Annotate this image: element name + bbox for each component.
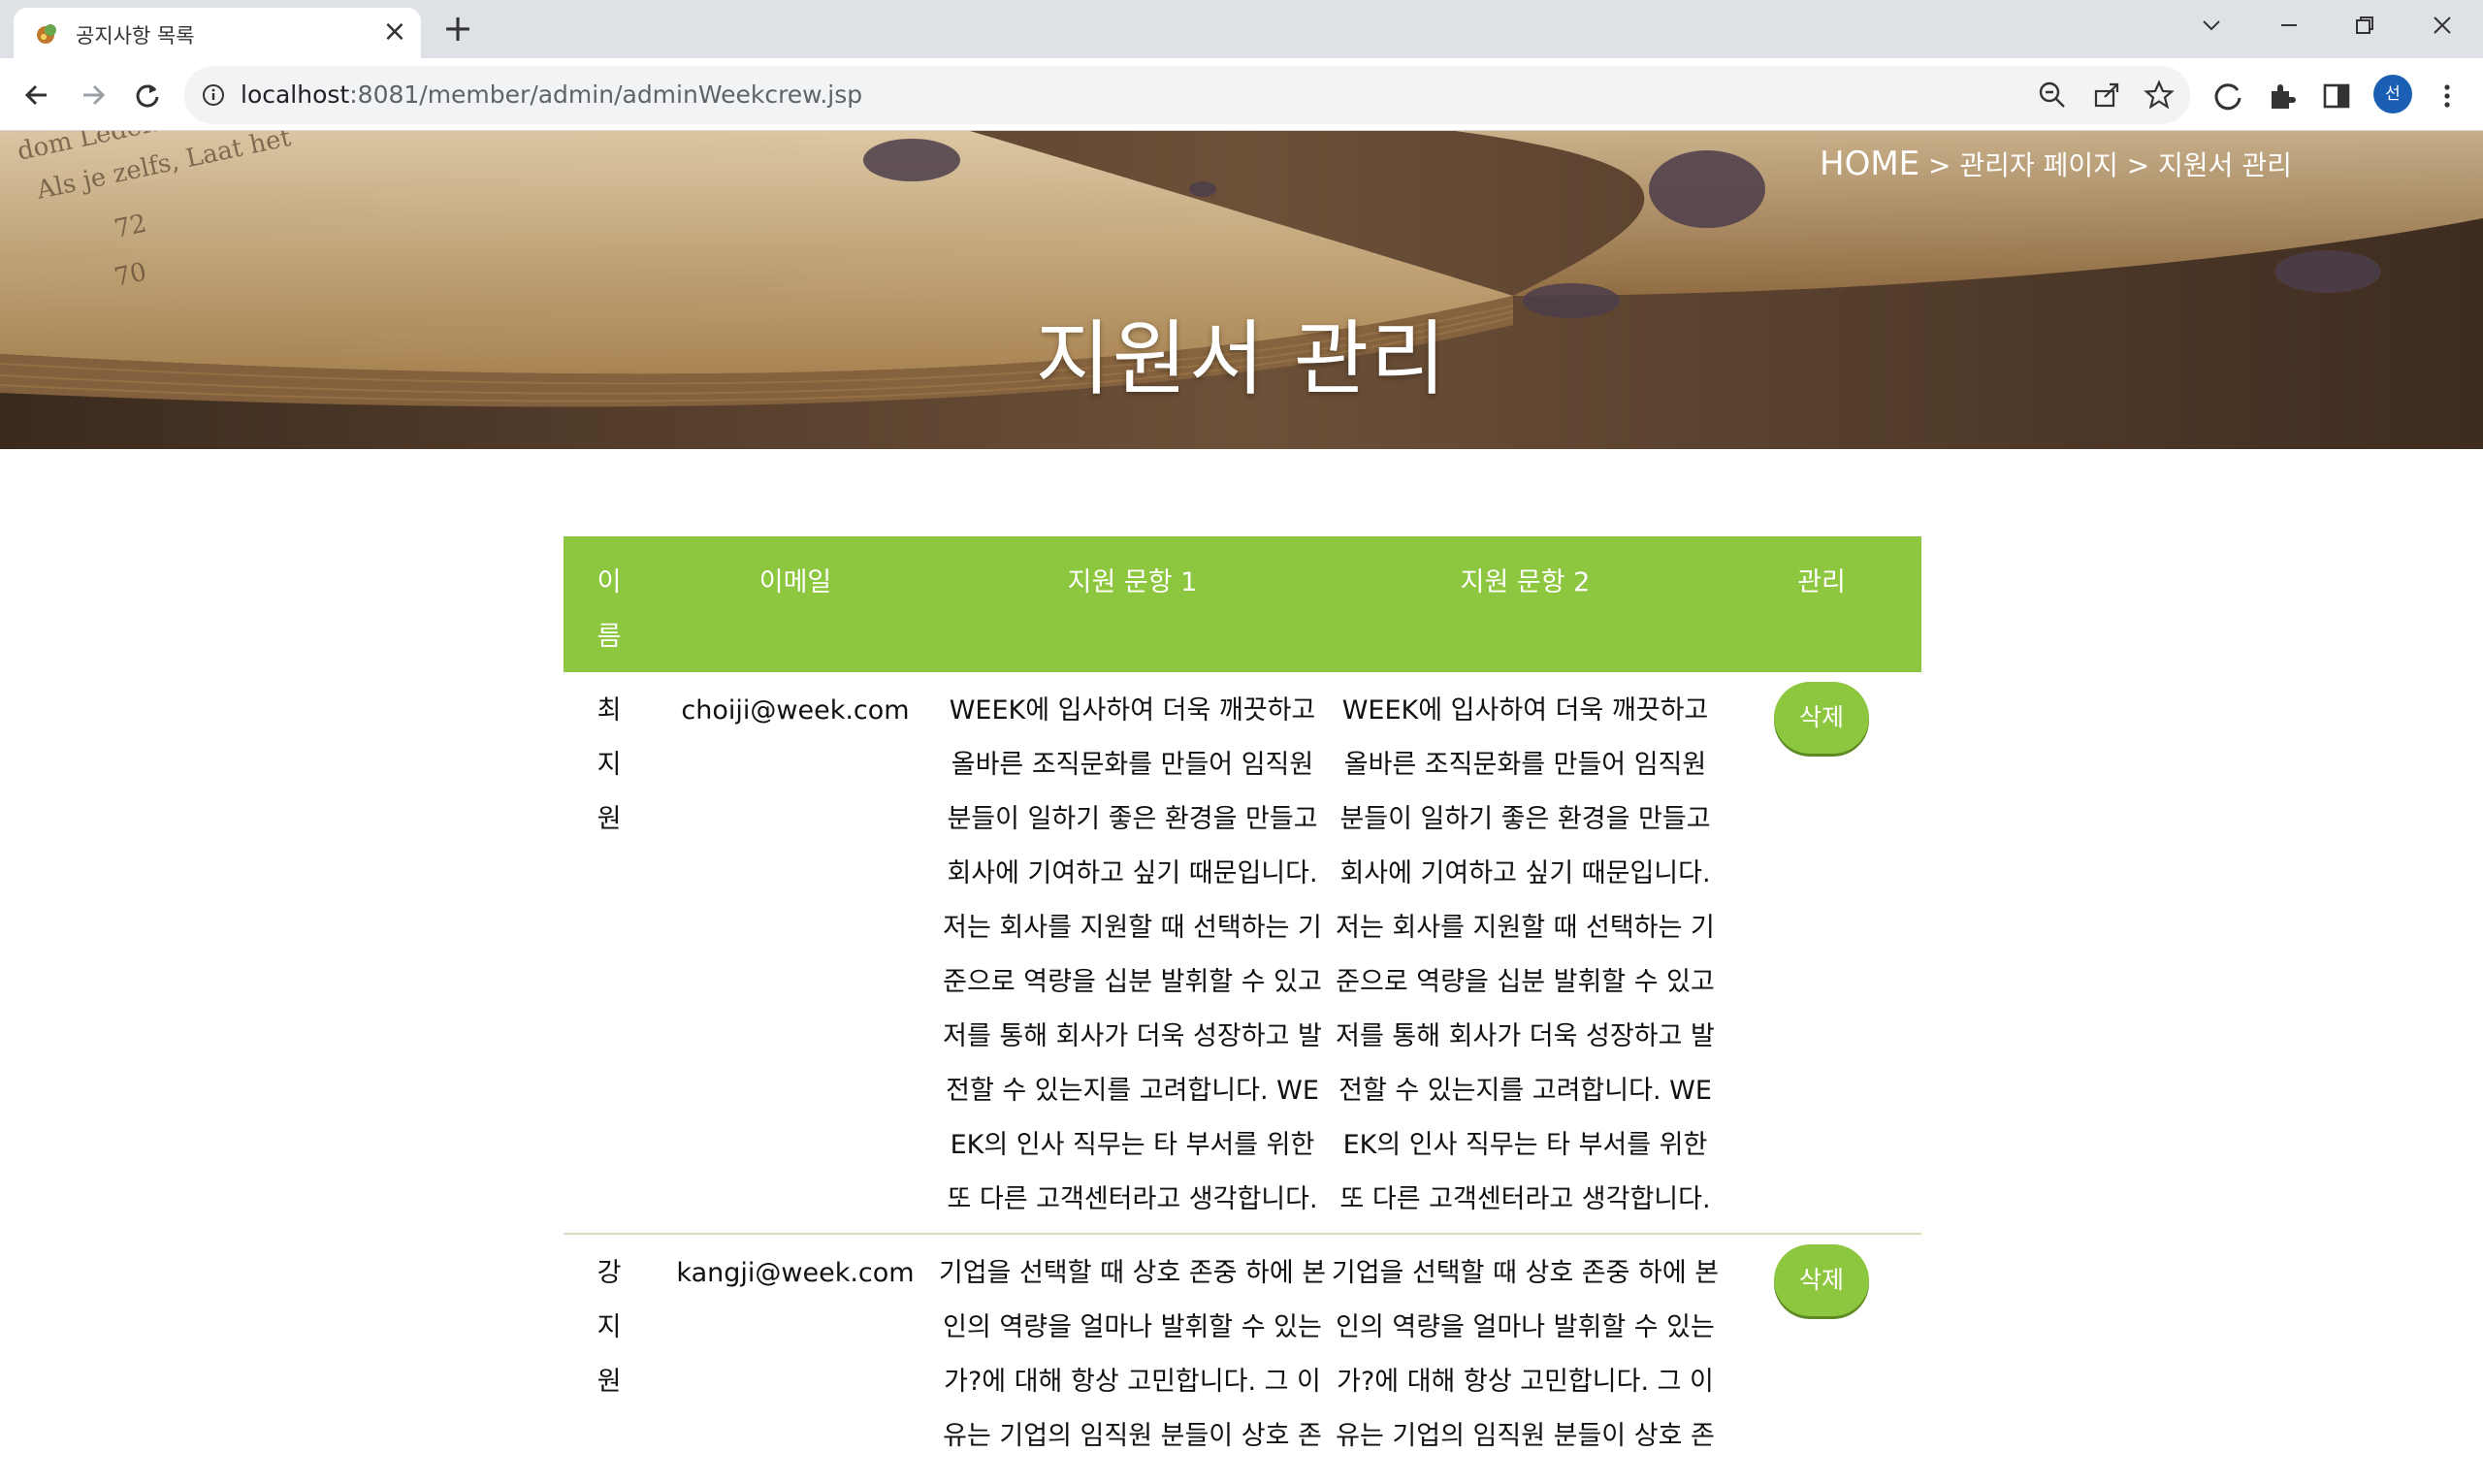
delete-button[interactable]: 삭제 — [1774, 682, 1869, 754]
browser-tab[interactable]: 공지사항 목록 × — [14, 8, 421, 58]
back-arrow-icon[interactable] — [17, 76, 56, 114]
url-text[interactable]: localhost:8081/member/admin/adminWeekcre… — [241, 81, 862, 109]
profile-avatar[interactable]: 선 — [2373, 75, 2412, 113]
forward-arrow-icon[interactable] — [74, 76, 113, 114]
column-header-email: 이메일 — [758, 567, 832, 597]
applicant-answer-1: WEEK에 입사하여 더욱 깨끗하고 올바른 조직문화를 만들어 임직원 분들이… — [936, 672, 1329, 1235]
manage-cell: 삭제 — [1722, 1234, 1921, 1469]
menu-dots-icon[interactable] — [2431, 80, 2464, 113]
column-header-manage: 관리 — [1797, 567, 1846, 597]
tab-search-icon[interactable] — [2173, 0, 2250, 52]
site-favicon-icon — [37, 24, 56, 44]
breadcrumb-home-link[interactable]: HOME — [1820, 145, 1919, 183]
share-icon[interactable] — [2091, 80, 2122, 111]
applicant-answer-1: 기업을 선택할 때 상호 존중 하에 본인의 역량을 얼마나 발휘할 수 있는 … — [938, 1258, 1327, 1451]
breadcrumb: HOME > 관리자 페이지 > 지원서 관리 — [1820, 145, 2292, 183]
page-title: 지원서 관리 — [1035, 311, 1448, 406]
page-banner: dom Leder. In den zeiten Als je zelfs, L… — [0, 131, 2483, 449]
applicant-email: choiji@week.com — [655, 672, 936, 1235]
breadcrumb-path: > 관리자 페이지 > 지원서 관리 — [1919, 149, 2292, 181]
refresh-icon[interactable] — [2211, 80, 2244, 113]
applicant-answer-2: 기업을 선택할 때 상호 존중 하에 본인의 역량을 얼마나 발휘할 수 있는 … — [1331, 1258, 1720, 1451]
column-header-question1: 지원 문항 1 — [1067, 567, 1198, 597]
applicant-name: 최지원 — [564, 672, 655, 1235]
close-window-icon[interactable] — [2403, 0, 2481, 52]
applicant-answer-2: WEEK에 입사하여 더욱 깨끗하고 올바른 조직문화를 만들어 임직원 분들이… — [1329, 672, 1722, 1235]
star-icon[interactable] — [2144, 80, 2175, 111]
applications-table-container: 이름 이메일 지원 문항 1 지원 문항 2 관리 최지원 choiji@wee… — [564, 536, 1921, 1469]
reload-icon[interactable] — [128, 76, 167, 114]
extensions-icon[interactable] — [2266, 80, 2299, 113]
tab-title: 공지사항 목록 — [76, 24, 195, 48]
delete-button[interactable]: 삭제 — [1774, 1244, 1869, 1316]
table-row: 최지원 choiji@week.com WEEK에 입사하여 더욱 깨끗하고 올… — [564, 672, 1921, 1235]
restore-icon[interactable] — [2326, 0, 2403, 52]
sidepanel-icon[interactable] — [2320, 80, 2353, 113]
column-header-question2: 지원 문항 2 — [1460, 567, 1591, 597]
new-tab-icon[interactable]: + — [438, 10, 477, 48]
browser-toolbar: localhost:8081/member/admin/adminWeekcre… — [0, 58, 2483, 131]
zoom-icon[interactable] — [2037, 80, 2068, 111]
manage-cell: 삭제 — [1722, 672, 1921, 1235]
info-icon[interactable] — [202, 83, 225, 107]
applicant-email: kangji@week.com — [676, 1258, 915, 1288]
applications-table: 이름 이메일 지원 문항 1 지원 문항 2 관리 최지원 choiji@wee… — [564, 536, 1921, 1469]
table-header-row: 이름 이메일 지원 문항 1 지원 문항 2 관리 — [564, 536, 1921, 672]
browser-tab-bar: 공지사항 목록 × + — [0, 0, 2483, 58]
column-header-name: 이름 — [597, 567, 622, 652]
tab-close-icon[interactable]: × — [378, 16, 411, 48]
applicant-name: 강지원 — [597, 1258, 622, 1397]
minimize-icon[interactable] — [2250, 0, 2328, 52]
address-bar[interactable]: localhost:8081/member/admin/adminWeekcre… — [184, 66, 2190, 124]
table-row: 강지원 kangji@week.com 기업을 선택할 때 상호 존중 하에 본… — [564, 1234, 1921, 1469]
